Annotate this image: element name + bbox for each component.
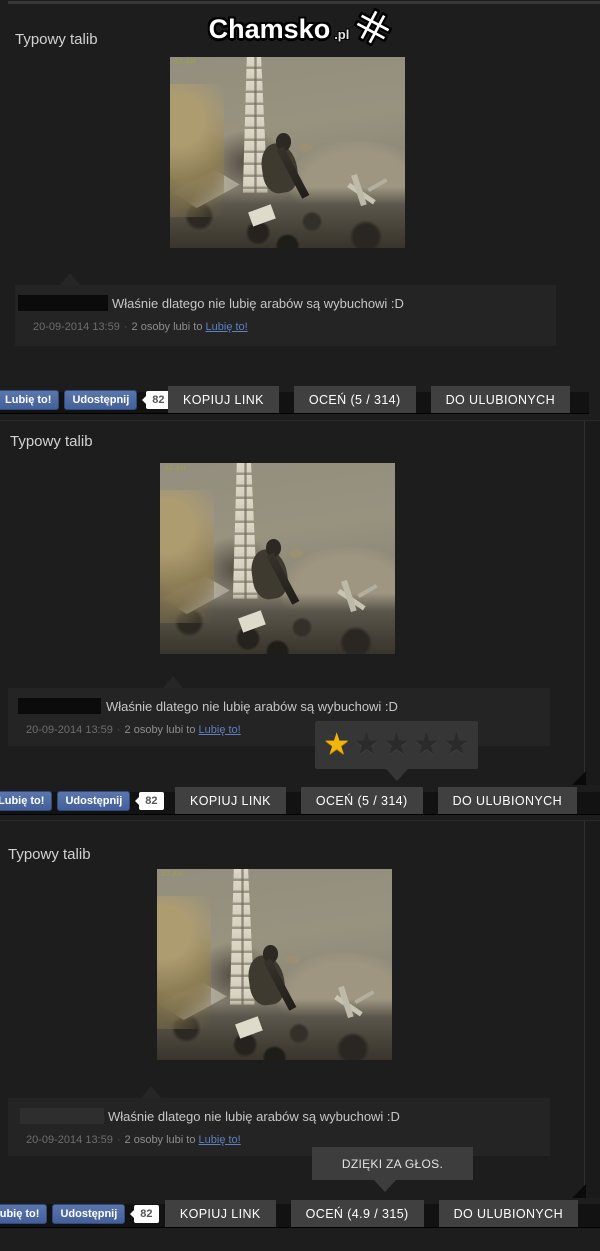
copy-link-button[interactable]: KOPIUJ LINK [165, 1200, 276, 1227]
fb-like-button[interactable]: Lubię to! [0, 791, 52, 811]
popup-tail-icon [386, 769, 408, 781]
tooltip-tail-icon [374, 1180, 396, 1192]
photo-watermark: JJ.AH [161, 871, 183, 878]
comment-date: 20-09-2014 13:59 [26, 724, 113, 736]
logo-tld: .pl [334, 27, 349, 42]
separator: · [120, 321, 132, 333]
page-corner-fold [572, 771, 586, 785]
comment-likes: 2 osoby lubi to [125, 724, 196, 736]
vote-thanks-text: DZIĘKI ZA GŁOS. [342, 1157, 443, 1171]
fb-like-button[interactable]: Lubię to! [0, 1204, 47, 1224]
star-icon[interactable]: ★ [443, 730, 470, 760]
favorites-button[interactable]: DO ULUBIONYCH [439, 1200, 578, 1227]
action-buttons: KOPIUJ LINK OCEŃ (4.9 / 315) DO ULUBIONY… [165, 1200, 578, 1227]
comment-text: Właśnie dlatego nie lubię arabów są wybu… [112, 296, 404, 311]
post-title[interactable]: Typowy talib [15, 31, 98, 48]
meme-image[interactable]: JJ.AH [170, 57, 405, 248]
page-corner-fold [572, 1184, 586, 1198]
photo-hand [299, 143, 313, 152]
comment-box: Właśnie dlatego nie lubię arabów są wybu… [15, 285, 556, 346]
share-bar: Lubię to! Udostępnij 82 KOPIUJ LINK OCEŃ… [0, 792, 600, 815]
post-title[interactable]: Typowy talib [8, 846, 91, 863]
favorites-button[interactable]: DO ULUBIONYCH [431, 386, 570, 413]
post-section-1: Chamsko .pl Typowy talib [0, 0, 600, 420]
censored-username [18, 295, 108, 311]
meme-image[interactable]: JJ.AH [160, 463, 395, 654]
photo-watermark: JJ.AH [174, 59, 196, 66]
post-section-3: Typowy talib JJ.AH Właśnie dlatego nie l… [0, 820, 600, 1251]
comment-likes: 2 osoby lubi to [132, 321, 203, 333]
share-count: 82 [145, 795, 157, 807]
badge-arrow-icon [135, 797, 139, 805]
star-icon-selected[interactable]: ★ [323, 730, 350, 760]
action-buttons: KOPIUJ LINK OCEŃ (5 / 314) DO ULUBIONYCH [168, 386, 570, 413]
comment-text: Właśnie dlatego nie lubię arabów są wybu… [108, 1109, 400, 1124]
comment-likes: 2 osoby lubi to [125, 1134, 196, 1146]
comment-date: 20-09-2014 13:59 [33, 321, 120, 333]
rating-popup: ★ ★ ★ ★ ★ [315, 721, 478, 769]
star-icon[interactable]: ★ [383, 730, 410, 760]
rate-button[interactable]: OCEŃ (5 / 314) [301, 787, 423, 814]
logo-text: Chamsko [209, 14, 331, 45]
vote-thanks-tooltip: DZIĘKI ZA GŁOS. [312, 1147, 473, 1180]
favorites-button[interactable]: DO ULUBIONYCH [438, 787, 577, 814]
comment-meta: 20-09-2014 13:59·2 osoby lubi to Lubię t… [26, 724, 241, 736]
rate-button[interactable]: OCEŃ (5 / 314) [294, 386, 416, 413]
facebook-buttons: Lubię to! Udostępnij 82 [0, 390, 171, 410]
share-bar: Lubię to! Udostępnij 82 KOPIUJ LINK OCEŃ… [0, 1204, 600, 1228]
facebook-buttons: Lubię to! Udostępnij 82 [0, 791, 164, 811]
photo-bush [160, 490, 214, 624]
censored-username [18, 698, 101, 714]
action-buttons: KOPIUJ LINK OCEŃ (5 / 314) DO ULUBIONYCH [175, 787, 577, 814]
comment-bubble-tail [60, 273, 80, 285]
copy-link-button[interactable]: KOPIUJ LINK [175, 787, 286, 814]
share-count-badge: 82 [139, 792, 163, 810]
page-right-edge [584, 421, 600, 785]
fb-share-button[interactable]: Udostępnij [64, 390, 137, 410]
badge-arrow-icon [130, 1210, 134, 1218]
share-count-badge: 82 [146, 391, 170, 409]
photo-bush [170, 84, 224, 218]
photo-bush [157, 896, 211, 1030]
comment-date: 20-09-2014 13:59 [26, 1134, 113, 1146]
separator: · [113, 724, 125, 736]
meme-image[interactable]: JJ.AH [157, 869, 392, 1060]
comment-meta: 20-09-2014 13:59·2 osoby lubi to Lubię t… [26, 1134, 241, 1146]
post-section-2: Typowy talib JJ.AH Właśnie dlatego nie l… [0, 420, 600, 820]
comment-like-link[interactable]: Lubię to! [206, 321, 248, 333]
page: Chamsko .pl Typowy talib [0, 0, 600, 1251]
comment-meta: 20-09-2014 13:59·2 osoby lubi to Lubię t… [33, 321, 248, 333]
photo-watermark: JJ.AH [164, 465, 186, 472]
badge-arrow-icon [142, 396, 146, 404]
share-count: 82 [140, 1208, 152, 1220]
star-icon[interactable]: ★ [413, 730, 440, 760]
hash-icon [349, 3, 398, 52]
share-bar: Lubię to! Udostępnij 82 KOPIUJ LINK OCEŃ… [0, 392, 589, 414]
fb-like-button[interactable]: Lubię to! [0, 390, 59, 410]
share-count-badge: 82 [134, 1205, 158, 1223]
page-right-edge [584, 821, 600, 1198]
share-count: 82 [152, 394, 164, 406]
comment-bubble-tail [141, 1086, 161, 1098]
photo-hand [286, 955, 300, 964]
photo-hand [289, 549, 303, 558]
separator: · [113, 1134, 125, 1146]
comment-like-link[interactable]: Lubię to! [199, 1134, 241, 1146]
fb-share-button[interactable]: Udostępnij [57, 791, 130, 811]
censored-username [20, 1108, 104, 1124]
post-title[interactable]: Typowy talib [10, 433, 93, 450]
star-icon[interactable]: ★ [353, 730, 380, 760]
comment-bubble-tail [163, 676, 183, 688]
comment-like-link[interactable]: Lubię to! [199, 724, 241, 736]
facebook-buttons: Lubię to! Udostępnij 82 [0, 1204, 159, 1224]
rate-button[interactable]: OCEŃ (4.9 / 315) [291, 1200, 424, 1227]
comment-text: Właśnie dlatego nie lubię arabów są wybu… [106, 699, 398, 714]
copy-link-button[interactable]: KOPIUJ LINK [168, 386, 279, 413]
fb-share-button[interactable]: Udostępnij [52, 1204, 125, 1224]
